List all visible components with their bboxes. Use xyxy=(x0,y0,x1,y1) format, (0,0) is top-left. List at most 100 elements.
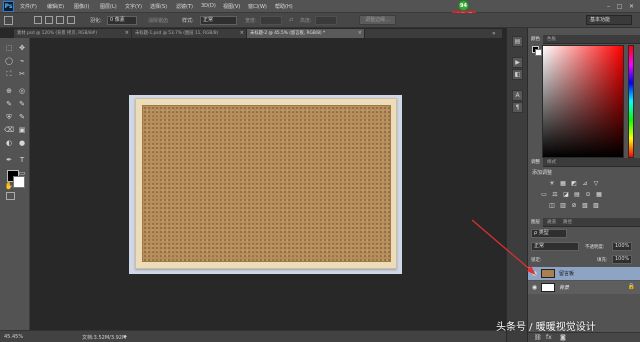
crop-tool-icon[interactable]: ⛶ xyxy=(3,69,15,80)
menu-layer[interactable]: 图层(L) xyxy=(100,3,117,10)
ellipse-marquee-icon[interactable]: ◯ xyxy=(3,56,15,67)
healing-brush-icon[interactable]: ◎ xyxy=(16,86,28,97)
width-input[interactable] xyxy=(260,16,282,25)
antialias-label[interactable]: 消除锯齿 xyxy=(148,17,168,24)
threshold-adjust-icon[interactable]: ⊘ xyxy=(570,202,578,209)
height-input[interactable] xyxy=(315,16,337,25)
photo-filter-adjust-icon[interactable]: ▤ xyxy=(573,191,581,198)
menu-edit[interactable]: 编辑(E) xyxy=(47,3,64,10)
new-selection-icon[interactable] xyxy=(34,16,42,24)
pen-tool-icon[interactable]: ✒ xyxy=(3,155,15,166)
subtract-selection-icon[interactable] xyxy=(56,16,64,24)
menu-file[interactable]: 文件(F) xyxy=(20,3,37,10)
levels-adjust-icon[interactable]: ▦ xyxy=(559,180,567,187)
eye-icon[interactable]: ◉ xyxy=(531,284,538,291)
tab-doc-2[interactable]: 未标题-1.psd @ 53.7% (图层 11, RGB/8) × xyxy=(132,29,247,38)
menu-image[interactable]: 图像(I) xyxy=(74,3,89,10)
tab-swatches[interactable]: 色板 xyxy=(544,35,559,44)
curves-adjust-icon[interactable]: ◩ xyxy=(570,180,578,187)
actions-panel-icon[interactable]: ▶ xyxy=(512,57,523,68)
close-icon[interactable]: × xyxy=(240,29,244,38)
hue-sat-adjust-icon[interactable]: ▭ xyxy=(540,191,548,198)
panel-background-swatch[interactable] xyxy=(535,49,542,56)
layer-name[interactable]: 背景 xyxy=(559,284,569,291)
hue-slider[interactable] xyxy=(628,45,634,158)
layer-style-icon[interactable]: fx xyxy=(546,334,552,341)
style-select[interactable]: 正常 xyxy=(200,16,237,25)
history-panel-icon[interactable]: ▤ xyxy=(512,36,523,47)
brightness-adjust-icon[interactable]: ☀ xyxy=(548,180,556,187)
color-balance-adjust-icon[interactable]: ⚖ xyxy=(551,191,559,198)
eyedropper-tool-icon[interactable]: ⊕ xyxy=(3,86,15,97)
tab-doc-3[interactable]: 未标题-2 @ 45.5% (留言板, RGB/8) * × xyxy=(247,29,365,38)
eraser-tool-icon[interactable]: ⌫ xyxy=(3,125,15,136)
swap-icon[interactable]: ⇄ xyxy=(289,17,293,23)
type-tool-icon[interactable]: T xyxy=(16,155,28,166)
menu-help[interactable]: 帮助(H) xyxy=(275,3,293,10)
fill-input[interactable]: 100% xyxy=(612,255,632,264)
tabs-overflow-icon[interactable]: » xyxy=(492,30,496,37)
menu-3d[interactable]: 3D(D) xyxy=(201,3,216,9)
marquee-tool-icon[interactable]: ⬚ xyxy=(3,43,15,54)
tab-adjustments[interactable]: 调整 xyxy=(528,158,543,167)
brush-tool-icon[interactable]: ✎ xyxy=(3,99,15,110)
link-layers-icon[interactable]: ⛓ xyxy=(534,334,542,341)
menu-window[interactable]: 窗口(W) xyxy=(248,3,267,10)
maximize-button[interactable]: □ xyxy=(615,3,624,10)
blend-mode-select[interactable]: 正常 xyxy=(531,242,579,251)
minimize-button[interactable]: – xyxy=(604,3,613,10)
tab-paths[interactable]: 路径 xyxy=(560,218,575,227)
tab-color[interactable]: 颜色 xyxy=(528,35,543,44)
stamp-tool-icon[interactable]: ⛨ xyxy=(3,112,15,123)
add-selection-icon[interactable] xyxy=(45,16,53,24)
move-tool-icon[interactable]: ✥ xyxy=(16,43,28,54)
layer-mask-icon[interactable]: ◙ xyxy=(560,334,566,341)
gradient-tool-icon[interactable]: ▣ xyxy=(16,125,28,136)
color-lookup-adjust-icon[interactable]: ▦ xyxy=(595,191,603,198)
quick-mask-icon[interactable] xyxy=(6,192,15,200)
selective-color-adjust-icon[interactable]: ▨ xyxy=(592,202,600,209)
lasso-tool-icon[interactable]: ⌁ xyxy=(16,56,28,67)
feather-input[interactable]: 0 像素 xyxy=(107,16,137,25)
intersect-selection-icon[interactable] xyxy=(67,16,75,24)
layer-row[interactable]: ◉ 背景 🔒 xyxy=(528,281,640,294)
refine-edge-button[interactable]: 调整边缘... xyxy=(359,15,396,25)
marquee-preset-icon[interactable] xyxy=(4,16,13,25)
character-panel-icon[interactable]: A xyxy=(512,90,523,101)
layer-kind-filter[interactable]: ρ 类型 xyxy=(531,229,567,238)
blur-tool-icon[interactable]: ◐ xyxy=(3,138,15,149)
slice-tool-icon[interactable]: ✂ xyxy=(16,69,28,80)
menu-view[interactable]: 视图(V) xyxy=(223,3,240,10)
background-color-swatch[interactable] xyxy=(13,176,25,188)
menu-filter[interactable]: 滤镜(T) xyxy=(176,3,193,10)
color-spectrum-field[interactable] xyxy=(542,45,624,158)
eye-icon[interactable]: ◉ xyxy=(531,270,538,277)
pencil-tool-icon[interactable]: ✎ xyxy=(16,99,28,110)
tab-layers[interactable]: 图层 xyxy=(528,218,543,227)
posterize-adjust-icon[interactable]: ▥ xyxy=(559,202,567,209)
black-white-adjust-icon[interactable]: ◪ xyxy=(562,191,570,198)
tab-styles[interactable]: 样式 xyxy=(544,158,559,167)
tab-doc-1[interactable]: 素材.psd @ 120% (背景 拷贝, RGB/8#) × xyxy=(14,29,132,38)
layer-name[interactable]: 留言板 xyxy=(559,270,574,277)
vibrance-adjust-icon[interactable]: ▽ xyxy=(592,180,600,187)
gradient-map-adjust-icon[interactable]: ▧ xyxy=(581,202,589,209)
dodge-tool-icon[interactable]: ● xyxy=(16,138,28,149)
history-brush-icon[interactable]: ✎ xyxy=(16,112,28,123)
menu-type[interactable]: 文字(Y) xyxy=(125,3,142,10)
layer-row[interactable]: ◉ 留言板 xyxy=(528,267,640,280)
menu-select[interactable]: 选择(S) xyxy=(150,3,167,10)
close-icon[interactable]: × xyxy=(358,29,362,38)
close-icon[interactable]: × xyxy=(125,29,129,38)
exposure-adjust-icon[interactable]: ⊿ xyxy=(581,180,589,187)
workspace-select[interactable]: 基本功能 xyxy=(586,15,632,25)
tab-channels[interactable]: 通道 xyxy=(544,218,559,227)
paragraph-panel-icon[interactable]: ¶ xyxy=(512,102,523,113)
zoom-level[interactable]: 45.45% xyxy=(4,334,23,340)
opacity-input[interactable]: 100% xyxy=(612,242,632,251)
properties-panel-icon[interactable]: ◧ xyxy=(512,69,523,80)
channel-mixer-adjust-icon[interactable]: ⊙ xyxy=(584,191,592,198)
close-button[interactable]: ✕ xyxy=(627,3,636,10)
invert-adjust-icon[interactable]: ◫ xyxy=(548,202,556,209)
status-menu-icon[interactable]: ▸ xyxy=(124,333,127,340)
